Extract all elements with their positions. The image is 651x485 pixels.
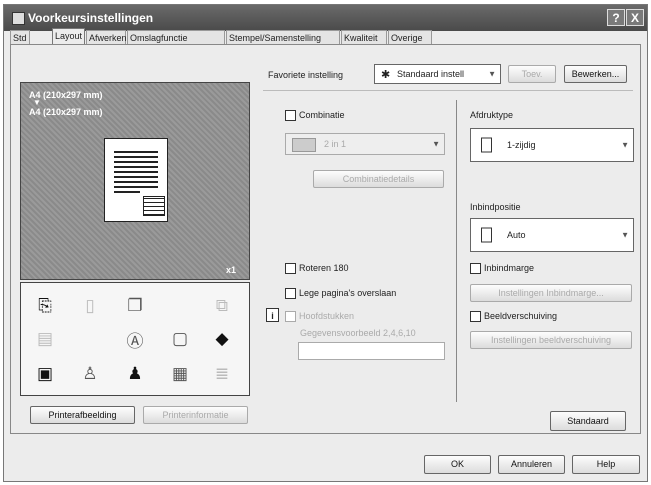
tab-stempel[interactable]: Stempel/Samenstelling bbox=[226, 30, 340, 44]
binding-value: Auto bbox=[507, 230, 526, 240]
headings-checkbox bbox=[285, 311, 296, 322]
printer-info-button: Printerinformatie bbox=[143, 406, 248, 424]
binding-margin-checkbox[interactable] bbox=[470, 263, 481, 274]
combinatie-label: Combinatie bbox=[299, 110, 345, 120]
ok-button[interactable]: OK bbox=[424, 455, 491, 474]
tab-layout[interactable]: Layout bbox=[52, 28, 85, 45]
image-shift-checkbox[interactable] bbox=[470, 311, 481, 322]
icon-palette: ⎘ ▯ ❐ ⧉ ▤ Ⓐ ▢ ◆ ▣ ♙ ♟ ▦ ≣ bbox=[20, 282, 250, 396]
chevron-down-icon: ▼ bbox=[621, 140, 629, 150]
two-up-icon bbox=[292, 138, 316, 152]
rotate-page-icon[interactable]: ◆ bbox=[211, 328, 233, 350]
rotate-label: Roteren 180 bbox=[299, 263, 349, 273]
rotate-checkbox[interactable] bbox=[285, 263, 296, 274]
skip-blank-label: Lege pagina's overslaan bbox=[299, 288, 397, 298]
divider bbox=[263, 90, 633, 91]
standard-button[interactable]: Standaard bbox=[550, 411, 626, 431]
tab-std[interactable]: Std bbox=[10, 30, 30, 44]
edit-favorite-button[interactable]: Bewerken... bbox=[564, 65, 627, 83]
image-grid-icon bbox=[143, 196, 165, 216]
binding-label: Inbindpositie bbox=[470, 202, 521, 212]
tab-overige[interactable]: Overige bbox=[388, 30, 432, 44]
window-title: Voorkeursinstellingen bbox=[28, 11, 154, 25]
single-sided-icon bbox=[481, 137, 492, 153]
column-divider bbox=[456, 100, 457, 402]
document-icon[interactable]: ▣ bbox=[34, 363, 56, 385]
combinatie-details-button: Combinatiedetails bbox=[313, 170, 444, 188]
user-icon[interactable]: ♙ bbox=[79, 363, 101, 385]
puzzle-icon: ⧉ bbox=[215, 296, 229, 315]
preview-label-bottom: A4 (210x297 mm) bbox=[29, 107, 103, 117]
help-button[interactable]: Help bbox=[572, 455, 640, 474]
preview-copies: x1 bbox=[226, 265, 237, 275]
image-shift-settings-button: Instellingen beeldverschuiving bbox=[470, 331, 632, 349]
binding-select[interactable]: Auto ▼ bbox=[470, 218, 634, 252]
favorite-value: Standaard instell bbox=[397, 69, 465, 79]
binding-position-icon bbox=[481, 227, 492, 243]
stamp-icon[interactable]: ▦ bbox=[169, 363, 191, 385]
binding-margin-label: Inbindmarge bbox=[484, 263, 535, 273]
combine-pages-icon[interactable]: ⎘ bbox=[34, 295, 56, 317]
title-bar: Voorkeursinstellingen ? X bbox=[4, 5, 647, 31]
arrow-down-icon: ▼ bbox=[33, 98, 41, 107]
help-title-button[interactable]: ? bbox=[607, 9, 625, 26]
add-favorite-button: Toev. bbox=[508, 65, 556, 83]
printer-view-button[interactable]: Printerafbeelding bbox=[30, 406, 135, 424]
page-preview: A4 (210x297 mm) ▼ A4 (210x297 mm) x1 bbox=[20, 82, 250, 280]
headings-label: Hoofdstukken bbox=[299, 311, 355, 321]
duplicate-icon[interactable]: ❐ bbox=[124, 295, 146, 317]
image-shift-label: Beeldverschuiving bbox=[484, 311, 558, 321]
close-title-button[interactable]: X bbox=[626, 9, 644, 26]
binding-margin-settings-button: Instellingen Inbindmarge... bbox=[470, 284, 632, 302]
cancel-button[interactable]: Annuleren bbox=[498, 455, 565, 474]
print-type-value: 1-zijdig bbox=[507, 140, 536, 150]
page-icon[interactable]: ▢ bbox=[169, 328, 191, 350]
chevron-down-icon: ▼ bbox=[432, 139, 440, 149]
headings-sample-label: Gegevensvoorbeeld 2,4,6,10 bbox=[300, 328, 416, 338]
favorite-label: Favoriete instelling bbox=[268, 70, 344, 80]
lines-icon: ≣ bbox=[214, 364, 230, 383]
chevron-down-icon: ▼ bbox=[488, 69, 496, 79]
combinatie-checkbox[interactable] bbox=[285, 110, 296, 121]
chevron-down-icon: ▼ bbox=[621, 230, 629, 240]
tab-omslagfunctie[interactable]: Omslagfunctie bbox=[127, 30, 225, 44]
tab-kwaliteit[interactable]: Kwaliteit bbox=[341, 30, 387, 44]
text-a-icon[interactable]: Ⓐ bbox=[124, 328, 146, 351]
info-icon: i bbox=[266, 308, 279, 322]
headings-input bbox=[298, 342, 445, 360]
printer-icon bbox=[12, 12, 25, 25]
print-type-select[interactable]: 1-zijdig ▼ bbox=[470, 128, 634, 162]
page-number-icon: ▯ bbox=[85, 296, 95, 315]
users-icon[interactable]: ♟ bbox=[124, 363, 146, 385]
tab-afwerken[interactable]: Afwerken bbox=[86, 30, 127, 44]
favorite-select[interactable]: ✱ Standaard instell ▼ bbox=[374, 64, 501, 84]
favorite-star-icon: ✱ bbox=[381, 69, 391, 81]
combinatie-value: 2 in 1 bbox=[324, 139, 347, 149]
document-preview bbox=[104, 138, 168, 222]
combinatie-select: 2 in 1 ▼ bbox=[285, 133, 445, 155]
list-icon: ▤ bbox=[36, 329, 54, 348]
print-type-label: Afdruktype bbox=[470, 110, 514, 120]
skip-blank-checkbox[interactable] bbox=[285, 288, 296, 299]
